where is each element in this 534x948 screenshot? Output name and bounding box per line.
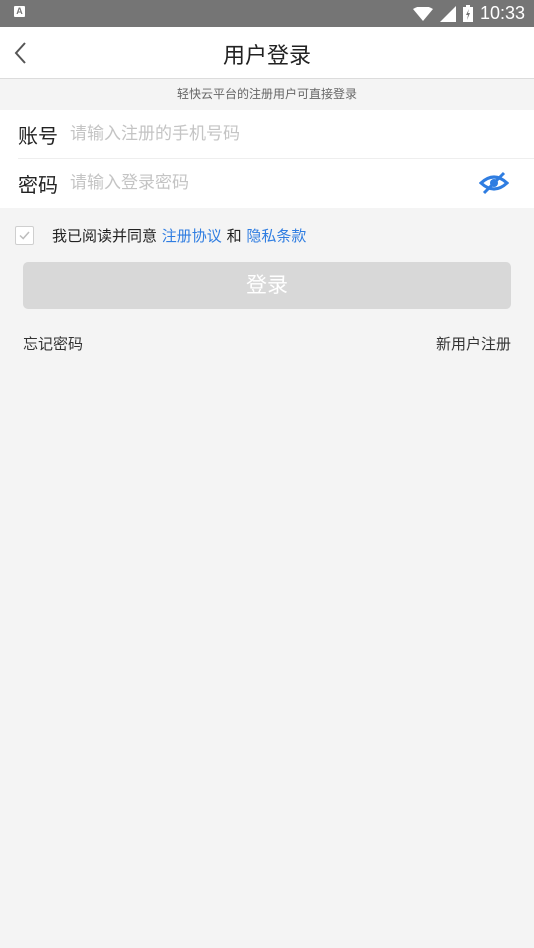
agreement-text: 我已阅读并同意 注册协议 和 隐私条款 [52, 225, 306, 246]
eye-slash-icon [478, 171, 510, 195]
privacy-link[interactable]: 隐私条款 [246, 227, 306, 245]
checkmark-icon [19, 231, 30, 240]
notification-icon: A [14, 6, 25, 17]
page-title: 用户登录 [222, 44, 311, 69]
signal-icon [439, 5, 456, 22]
agreement-conjunction: 和 [226, 227, 242, 245]
login-form: 账号 密码 [0, 110, 534, 208]
status-bar: A 10:33 [0, 0, 534, 27]
password-input[interactable] [70, 168, 470, 198]
status-time: 10:33 [479, 3, 525, 23]
password-label: 密码 [18, 173, 58, 197]
password-visibility-toggle[interactable] [478, 170, 510, 196]
account-input[interactable] [70, 119, 470, 149]
agreement-prefix: 我已阅读并同意 [52, 227, 158, 245]
battery-icon [462, 5, 473, 22]
agreement-checkbox[interactable] [15, 226, 34, 245]
header-bar: 用户登录 [0, 27, 534, 79]
register-link[interactable]: 新用户注册 [436, 333, 511, 354]
account-row: 账号 [0, 110, 534, 159]
terms-link[interactable]: 注册协议 [162, 227, 222, 245]
wifi-icon [412, 6, 433, 21]
password-row: 密码 [0, 159, 534, 207]
forgot-password-link[interactable]: 忘记密码 [23, 333, 83, 354]
login-hint: 轻快云平台的注册用户可直接登录 [176, 87, 357, 101]
account-label: 账号 [18, 124, 58, 148]
login-button[interactable]: 登录 [23, 262, 511, 309]
